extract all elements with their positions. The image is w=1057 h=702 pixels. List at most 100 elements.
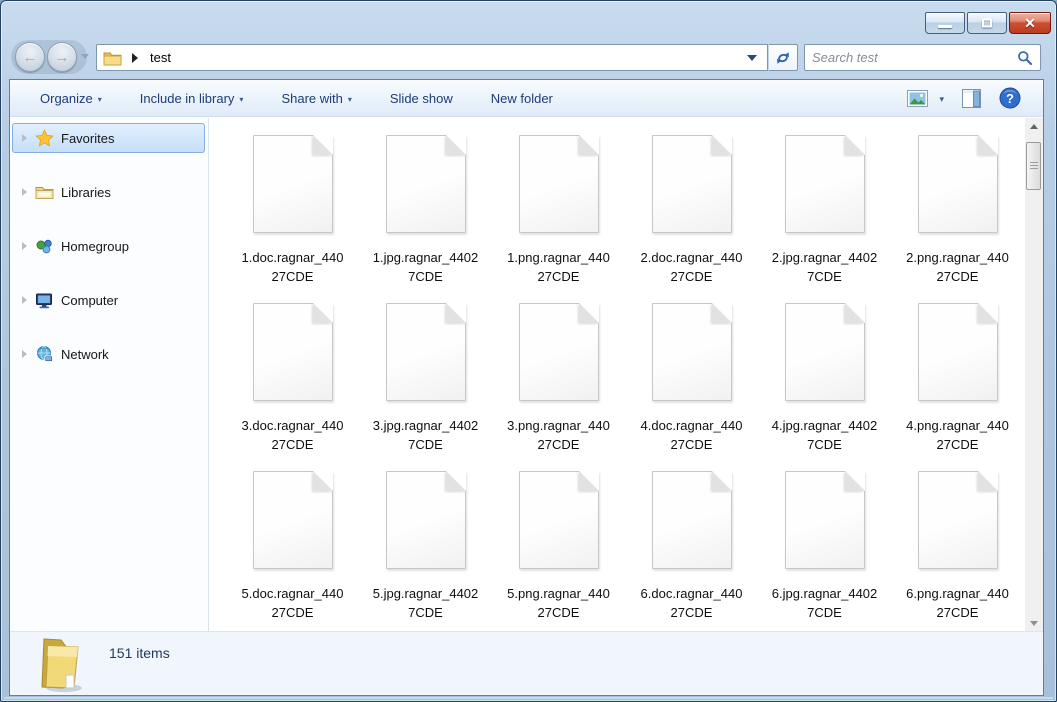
document-file-icon: [651, 471, 732, 569]
command-toolbar: Organize ▾ Include in library ▾ Share with ▾ S…: [10, 80, 1043, 117]
file-name-label: 6.jpg.ragnar_4402 7CDE: [771, 586, 878, 620]
file-item[interactable]: 4.png.ragnar_440 27CDE: [891, 303, 1024, 471]
search-box: [804, 44, 1041, 71]
minimize-button[interactable]: [925, 12, 965, 34]
document-file-icon: [784, 135, 865, 233]
close-icon: ✕: [1024, 15, 1036, 31]
toolbar-item-share-with[interactable]: Share with ▾: [281, 91, 351, 106]
help-icon: ?: [999, 87, 1021, 109]
document-file-icon: [651, 135, 732, 233]
star-icon: [35, 128, 54, 147]
file-item[interactable]: 6.jpg.ragnar_4402 7CDE: [758, 471, 891, 632]
expander-icon[interactable]: [22, 296, 27, 304]
vertical-scrollbar[interactable]: [1025, 118, 1043, 632]
file-name-label: 2.jpg.ragnar_4402 7CDE: [771, 250, 878, 284]
document-file-icon: [518, 135, 599, 233]
file-item[interactable]: 6.doc.ragnar_440 27CDE: [625, 471, 758, 632]
scrollbar-thumb[interactable]: [1026, 142, 1041, 190]
toolbar-item-include-in-library[interactable]: Include in library ▾: [140, 91, 244, 106]
expander-icon[interactable]: [22, 134, 27, 142]
file-name-label: 5.png.ragnar_440 27CDE: [507, 586, 610, 620]
file-name-label: 2.doc.ragnar_440 27CDE: [640, 250, 743, 284]
file-item[interactable]: 6.png.ragnar_440 27CDE: [891, 471, 1024, 632]
address-bar[interactable]: test: [96, 44, 768, 71]
document-file-icon: [518, 471, 599, 569]
document-file-icon: [651, 303, 732, 401]
file-item[interactable]: 4.jpg.ragnar_4402 7CDE: [758, 303, 891, 471]
back-button[interactable]: ←: [15, 42, 45, 72]
document-file-icon: [917, 471, 998, 569]
file-name-label: 6.doc.ragnar_440 27CDE: [640, 586, 743, 620]
sidebar-item-favorites[interactable]: Favorites: [12, 123, 205, 153]
item-count: 151 items: [109, 645, 170, 661]
sidebar-item-computer[interactable]: Computer: [12, 285, 205, 315]
svg-text:?: ?: [1006, 91, 1014, 106]
document-file-icon: [252, 135, 333, 233]
recent-pages-dropdown[interactable]: [81, 54, 89, 59]
expander-icon[interactable]: [22, 242, 27, 250]
close-button[interactable]: ✕: [1009, 12, 1051, 34]
preview-pane-button[interactable]: [962, 88, 981, 108]
expander-icon[interactable]: [22, 188, 27, 196]
toolbar-item-organize[interactable]: Organize ▾: [40, 91, 102, 106]
document-file-icon: [784, 471, 865, 569]
file-name-label: 5.doc.ragnar_440 27CDE: [241, 586, 344, 620]
search-icon[interactable]: [1017, 50, 1033, 66]
file-grid: 1.doc.ragnar_440 27CDE 1.jpg.ragnar_4402…: [226, 135, 1024, 632]
file-list-area[interactable]: 1.doc.ragnar_440 27CDE 1.jpg.ragnar_4402…: [209, 118, 1043, 632]
file-item[interactable]: 3.jpg.ragnar_4402 7CDE: [359, 303, 492, 471]
file-name-label: 1.jpg.ragnar_4402 7CDE: [372, 250, 479, 284]
help-button[interactable]: ?: [999, 87, 1021, 109]
file-item[interactable]: 2.jpg.ragnar_4402 7CDE: [758, 135, 891, 303]
expander-icon[interactable]: [22, 350, 27, 358]
sidebar-item-label: Computer: [61, 292, 119, 308]
toolbar-item-new-folder[interactable]: New folder: [491, 91, 553, 106]
dropdown-arrow-icon: ▾: [239, 94, 244, 104]
file-item[interactable]: 3.doc.ragnar_440 27CDE: [226, 303, 359, 471]
sidebar-item-label: Homegroup: [61, 238, 129, 254]
sidebar-item-homegroup[interactable]: Homegroup: [12, 231, 205, 261]
address-dropdown-icon[interactable]: [747, 54, 757, 61]
file-name-label: 3.jpg.ragnar_4402 7CDE: [372, 418, 479, 452]
sidebar-item-network[interactable]: Network: [12, 339, 205, 369]
forward-button[interactable]: →: [47, 42, 77, 72]
file-name-label: 4.jpg.ragnar_4402 7CDE: [771, 418, 878, 452]
file-item[interactable]: 5.png.ragnar_440 27CDE: [492, 471, 625, 632]
file-name-label: 2.png.ragnar_440 27CDE: [906, 250, 1009, 284]
maximize-button[interactable]: [967, 12, 1007, 34]
minimize-icon: [938, 25, 952, 28]
file-item[interactable]: 3.png.ragnar_440 27CDE: [492, 303, 625, 471]
back-arrow-icon: ←: [22, 48, 38, 66]
breadcrumb-location[interactable]: test: [150, 50, 171, 65]
file-item[interactable]: 2.png.ragnar_440 27CDE: [891, 135, 1024, 303]
maximize-icon: [982, 18, 992, 28]
refresh-button[interactable]: [769, 44, 798, 71]
document-file-icon: [385, 135, 466, 233]
file-item[interactable]: 5.doc.ragnar_440 27CDE: [226, 471, 359, 632]
document-file-icon: [518, 303, 599, 401]
toolbar-item-label: Organize: [40, 90, 93, 106]
refresh-icon: [777, 51, 789, 64]
file-item[interactable]: 4.doc.ragnar_440 27CDE: [625, 303, 758, 471]
document-file-icon: [252, 471, 333, 569]
change-view-button[interactable]: ▾: [907, 89, 944, 107]
toolbar-item-slide-show[interactable]: Slide show: [390, 91, 453, 106]
scroll-up-button[interactable]: [1025, 118, 1043, 135]
file-item[interactable]: 2.doc.ragnar_440 27CDE: [625, 135, 758, 303]
folder-icon: [41, 638, 82, 692]
file-item[interactable]: 5.jpg.ragnar_4402 7CDE: [359, 471, 492, 632]
forward-arrow-icon: →: [54, 48, 70, 66]
document-file-icon: [252, 303, 333, 401]
breadcrumb-arrow-icon: [132, 52, 138, 63]
file-item[interactable]: 1.doc.ragnar_440 27CDE: [226, 135, 359, 303]
search-input[interactable]: [812, 50, 1017, 65]
scroll-down-button[interactable]: [1025, 615, 1043, 632]
sidebar-item-label: Network: [61, 346, 109, 362]
sidebar-item-libraries[interactable]: Libraries: [12, 177, 205, 207]
libraries-folder-icon: [35, 186, 54, 199]
computer-icon: [36, 293, 52, 308]
network-globe-icon: [37, 345, 53, 362]
file-item[interactable]: 1.jpg.ragnar_4402 7CDE: [359, 135, 492, 303]
dropdown-arrow-icon: ▾: [347, 94, 352, 104]
file-item[interactable]: 1.png.ragnar_440 27CDE: [492, 135, 625, 303]
